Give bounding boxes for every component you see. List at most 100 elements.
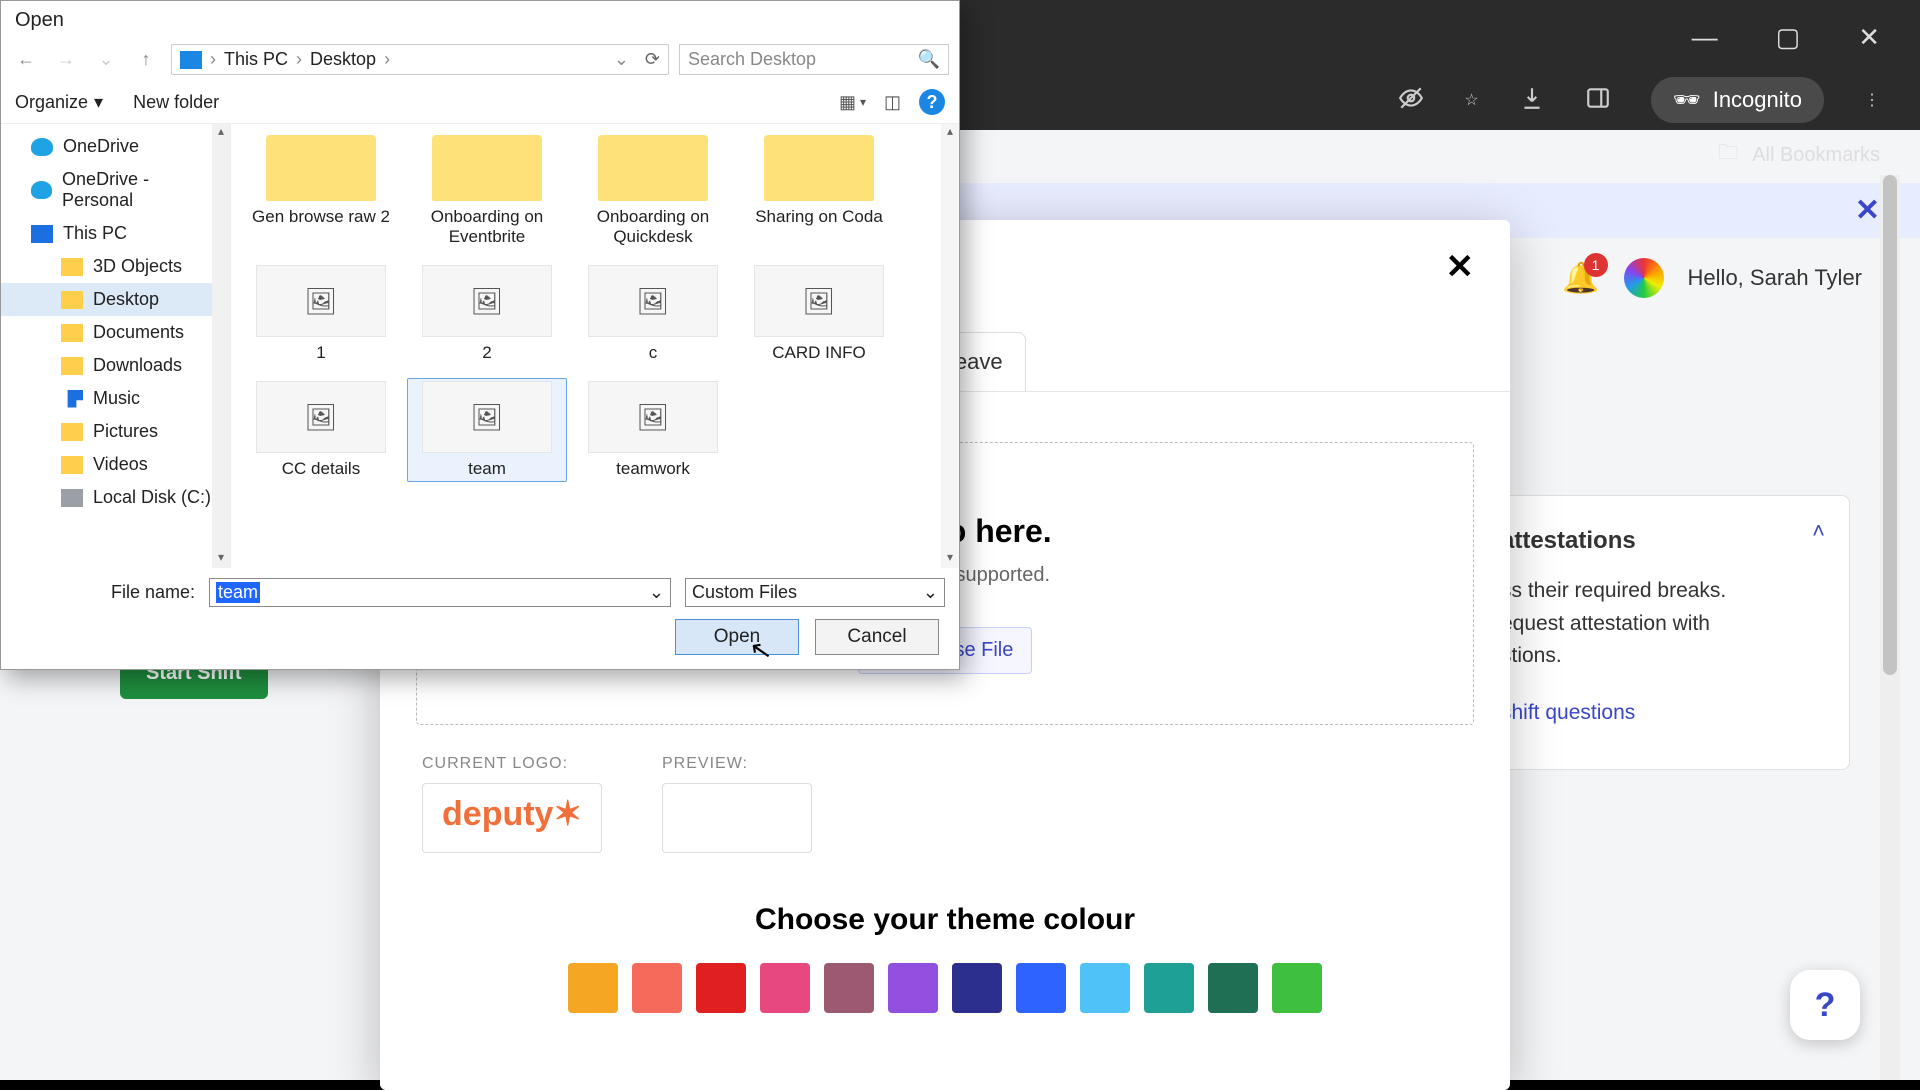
nav-up-icon[interactable]: ↑	[131, 45, 161, 75]
all-bookmarks[interactable]: All Bookmarks	[1752, 144, 1880, 167]
filetype-value: Custom Files	[692, 582, 797, 603]
chevron-right-icon: ›	[210, 49, 216, 70]
tree-item[interactable]: OneDrive	[1, 130, 230, 163]
nav-forward-icon[interactable]: →	[51, 45, 81, 75]
file-label: CC details	[244, 459, 398, 479]
theme-swatch[interactable]	[888, 963, 938, 1013]
file-item[interactable]: Onboarding on Eventbrite	[407, 132, 567, 250]
file-item[interactable]: Onboarding on Quickdesk	[573, 132, 733, 250]
star-icon[interactable]: ☆	[1464, 90, 1478, 110]
window-close-icon[interactable]: ✕	[1858, 22, 1880, 53]
chevron-up-icon[interactable]: ˄	[1812, 514, 1825, 548]
sidepanel-icon[interactable]	[1585, 85, 1611, 116]
mus-icon	[61, 390, 83, 408]
scroll-down-icon[interactable]: ▾	[212, 550, 230, 568]
crumb-thispc[interactable]: This PC	[224, 49, 288, 70]
help-icon[interactable]: ?	[919, 89, 945, 115]
tree-item[interactable]: This PC	[1, 217, 230, 250]
tree-label: 3D Objects	[93, 256, 182, 277]
tree-label: Pictures	[93, 421, 158, 442]
scroll-up-icon[interactable]: ▴	[212, 124, 230, 142]
file-item[interactable]: 🖼team	[407, 378, 567, 482]
file-item[interactable]: 🖼teamwork	[573, 378, 733, 482]
tree-item[interactable]: Desktop	[1, 283, 230, 316]
scroll-up-icon[interactable]: ▴	[941, 124, 959, 142]
theme-swatch[interactable]	[568, 963, 618, 1013]
crumb-desktop[interactable]: Desktop	[310, 49, 376, 70]
file-item[interactable]: 🖼1	[241, 262, 401, 366]
disk-icon	[61, 489, 83, 507]
nav-back-icon[interactable]: ←	[11, 45, 41, 75]
file-item[interactable]: 🖼CARD INFO	[739, 262, 899, 366]
eye-off-icon[interactable]	[1398, 85, 1424, 116]
tree-item[interactable]: Pictures	[1, 415, 230, 448]
filename-input[interactable]: team ⌄	[209, 578, 671, 607]
tree-item[interactable]: Music	[1, 382, 230, 415]
view-mode-button[interactable]: ▦ ▾	[839, 92, 866, 113]
tree-scrollbar[interactable]: ▴ ▾	[212, 124, 230, 568]
file-item[interactable]: 🖼2	[407, 262, 567, 366]
incognito-label: Incognito	[1713, 87, 1802, 113]
help-fab[interactable]: ?	[1790, 970, 1860, 1040]
filetype-select[interactable]: Custom Files ⌄	[685, 578, 945, 607]
incognito-chip[interactable]: 🕶 Incognito	[1651, 77, 1824, 123]
folder-icon	[764, 135, 874, 201]
chevron-down-icon: ▾	[94, 92, 103, 113]
theme-swatch[interactable]	[1080, 963, 1130, 1013]
window-minimize-icon[interactable]: —	[1692, 22, 1718, 53]
open-button[interactable]: Open	[675, 619, 799, 655]
page-scrollbar[interactable]	[1880, 175, 1900, 1080]
search-input[interactable]: Search Desktop 🔍	[679, 44, 949, 75]
organize-menu[interactable]: Organize ▾	[15, 92, 103, 113]
settings-close-icon[interactable]: ✕	[1446, 247, 1475, 287]
download-icon[interactable]	[1519, 85, 1545, 116]
theme-swatch[interactable]	[760, 963, 810, 1013]
tree-item[interactable]: Local Disk (C:)	[1, 481, 230, 514]
theme-swatch[interactable]	[952, 963, 1002, 1013]
refresh-icon[interactable]: ⟳	[645, 49, 660, 70]
cloud-icon	[31, 181, 52, 199]
tree-label: Music	[93, 388, 140, 409]
window-restore-icon[interactable]: ▢	[1776, 22, 1801, 53]
tree-item[interactable]: Documents	[1, 316, 230, 349]
avatar[interactable]	[1624, 258, 1664, 298]
tree-item[interactable]: 3D Objects	[1, 250, 230, 283]
preview-box	[662, 783, 812, 853]
file-item[interactable]: 🖼c	[573, 262, 733, 366]
chevron-down-icon[interactable]: ⌄	[614, 49, 629, 70]
chevron-right-icon: ›	[296, 49, 302, 70]
breadcrumb[interactable]: › This PC › Desktop › ⌄ ⟳	[171, 44, 669, 75]
notif-badge: 1	[1584, 253, 1608, 277]
banner-close-icon[interactable]: ✕	[1855, 193, 1880, 228]
tree-item[interactable]: Videos	[1, 448, 230, 481]
kebab-icon[interactable]: ⋮	[1864, 90, 1880, 110]
theme-swatch[interactable]	[1016, 963, 1066, 1013]
file-item[interactable]: Gen browse raw 2	[241, 132, 401, 250]
shift-questions-link[interactable]: shift questions	[1501, 697, 1635, 730]
file-item[interactable]: 🖼CC details	[241, 378, 401, 482]
theme-swatch[interactable]	[1208, 963, 1258, 1013]
fold-icon	[61, 456, 83, 474]
chevron-down-icon[interactable]: ⌄	[649, 582, 664, 603]
preview-pane-button[interactable]: ◫	[884, 92, 901, 113]
theme-swatch[interactable]	[824, 963, 874, 1013]
file-pane[interactable]: Gen browse raw 2Onboarding on Eventbrite…	[231, 124, 959, 568]
theme-swatch[interactable]	[696, 963, 746, 1013]
file-label: 2	[410, 343, 564, 363]
new-folder-button[interactable]: New folder	[133, 92, 219, 113]
tree-item[interactable]: OneDrive - Personal	[1, 163, 230, 217]
file-item[interactable]: Sharing on Coda	[739, 132, 899, 250]
files-scrollbar[interactable]: ▴ ▾	[941, 124, 959, 568]
theme-swatch[interactable]	[1144, 963, 1194, 1013]
cancel-button[interactable]: Cancel	[815, 619, 939, 655]
bell-icon[interactable]: 🔔 1	[1562, 261, 1599, 296]
folder-tree[interactable]: OneDriveOneDrive - PersonalThis PC 3D Obj…	[1, 124, 231, 568]
scroll-down-icon[interactable]: ▾	[941, 550, 959, 568]
pc-icon	[180, 51, 202, 69]
nav-recent-icon[interactable]: ⌄	[91, 45, 121, 75]
tree-item[interactable]: Downloads	[1, 349, 230, 382]
fold-icon	[61, 291, 83, 309]
page-scrollbar-thumb[interactable]	[1883, 175, 1897, 675]
theme-swatch[interactable]	[1272, 963, 1322, 1013]
theme-swatch[interactable]	[632, 963, 682, 1013]
